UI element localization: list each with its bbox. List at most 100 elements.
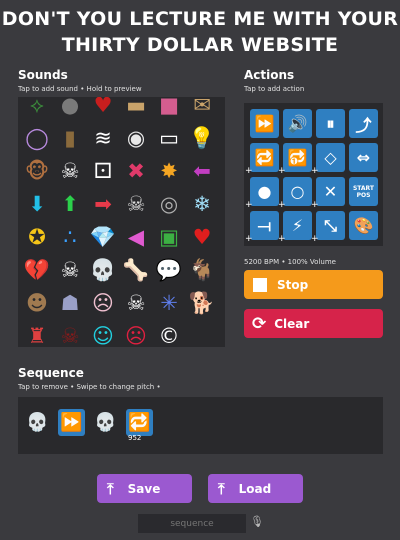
spiral-sound-button[interactable]: ≋ — [89, 124, 117, 152]
lightning-action-button[interactable]: ⚡ — [283, 211, 312, 240]
purple-orb-icon: ◯ — [25, 125, 49, 150]
dark-red-skull-sound-button[interactable]: ☠ — [56, 322, 84, 347]
green-shape-sound-button[interactable]: ⟡ — [23, 97, 51, 119]
monkey-sound-button[interactable]: 🐵 — [23, 157, 51, 185]
gold-coin-icon: ✪ — [28, 224, 46, 249]
goat-sound-button[interactable]: 🐐 — [188, 256, 216, 284]
load-button[interactable]: ⤒ Load — [208, 474, 303, 503]
pause-action-button[interactable]: ⏸ — [316, 109, 345, 138]
sun-burst-sound-button[interactable]: ✸ — [155, 157, 183, 185]
diamond-outline-action-button[interactable]: ◇ — [316, 143, 345, 172]
close-x-action-button[interactable]: ✕ — [316, 177, 345, 206]
red-heart-sound-button[interactable]: ♥ — [188, 223, 216, 251]
skeleton-sound-button[interactable]: ☠ — [56, 157, 84, 185]
sequence-input[interactable] — [138, 514, 246, 533]
hooded-figure-sound-button[interactable]: ☗ — [56, 289, 84, 317]
palette-action-button[interactable]: 🎨 — [349, 211, 378, 240]
fast-forward-action-button[interactable]: ⏩ — [250, 109, 279, 138]
load-label: Load — [238, 481, 272, 496]
start-pos-action-button[interactable]: START POS — [349, 177, 378, 206]
envelope-sound-button[interactable]: ✉ — [188, 97, 216, 119]
spiral-icon: ≋ — [94, 125, 112, 150]
clear-button[interactable]: ⟳ Clear — [244, 309, 383, 338]
goat-icon: 🐐 — [188, 257, 216, 282]
filled-circle-action-button[interactable]: ● — [250, 177, 279, 206]
pink-triangle-icon: ◀ — [127, 224, 145, 249]
purple-arrow-left-icon: ⬅ — [193, 158, 211, 183]
blue-bug-sound-button[interactable]: ✳ — [155, 289, 183, 317]
skull-bones-sound-button[interactable]: ☠ — [122, 190, 150, 218]
pink-skull-sound-button[interactable]: ☹ — [89, 289, 117, 317]
pause-icon: ⏸ — [326, 113, 335, 133]
white-dog-icon: 🐕 — [188, 290, 216, 315]
gray-blob-icon: ● — [60, 97, 80, 117]
white-disc-sound-button[interactable]: ◉ — [122, 124, 150, 152]
swap-horizontal-action-button[interactable]: ⇔ — [349, 143, 378, 172]
envelope-icon: ✉ — [193, 97, 211, 117]
blue-balls-icon: ∴ — [63, 224, 77, 249]
red-heart-gem-icon: ♥ — [93, 97, 113, 117]
cyan-face-sound-button[interactable]: ☺ — [89, 322, 117, 347]
red-arrow-right-sound-button[interactable]: ➡ — [89, 190, 117, 218]
red-face-sound-button[interactable]: ☹ — [122, 322, 150, 347]
sequence-item[interactable]: 💀 — [24, 409, 51, 436]
die-sound-button[interactable]: ⚀ — [89, 157, 117, 185]
gray-circle-sound-button[interactable]: ◎ — [155, 190, 183, 218]
compress-action-button[interactable]: ⤡ — [316, 211, 345, 240]
loop-action-button[interactable]: 🔁 — [250, 143, 279, 172]
jump-arrow-action-button[interactable]: ⤴ — [349, 109, 378, 138]
gray-blob-sound-button[interactable]: ● — [56, 97, 84, 119]
plus-marker: + — [278, 200, 286, 210]
white-block-sound-button[interactable]: ▭ — [155, 124, 183, 152]
diamond-sound-button[interactable]: 💎 — [89, 223, 117, 251]
broken-heart-sound-button[interactable]: 💔 — [23, 256, 51, 284]
bone-icon: 🦴 — [122, 257, 150, 282]
microphone-icon[interactable]: 🎙 — [250, 515, 264, 528]
cross-sound-button[interactable]: ✖ — [122, 157, 150, 185]
red-heart-gem-sound-button[interactable]: ♥ — [89, 97, 117, 119]
save-button[interactable]: ⤒ Save — [97, 474, 192, 503]
card-sound-button[interactable]: ▬ — [122, 97, 150, 119]
photo-face-sound-button[interactable]: ☻ — [23, 289, 51, 317]
pink-block-sound-button[interactable]: ■ — [155, 97, 183, 119]
lightbulb-sound-button[interactable]: 💡 — [188, 124, 216, 152]
gold-coin-sound-button[interactable]: ✪ — [23, 223, 51, 251]
pink-skull-icon: ☹ — [92, 290, 114, 315]
green-arrow-up-sound-button[interactable]: ⬆ — [56, 190, 84, 218]
stop-button[interactable]: Stop — [244, 270, 383, 299]
hooded-figure-icon: ☗ — [60, 290, 80, 315]
bone-sound-button[interactable]: 🦴 — [122, 256, 150, 284]
sun-burst-icon: ✸ — [160, 158, 178, 183]
skeleton-dance-sound-button[interactable]: ☠ — [56, 256, 84, 284]
blue-balls-sound-button[interactable]: ∴ — [56, 223, 84, 251]
skull-face-sound-button[interactable]: ☠ — [122, 289, 150, 317]
gray-circle-icon: ◎ — [159, 191, 179, 216]
speech-bubble-sound-button[interactable]: 💬 — [155, 256, 183, 284]
ice-crystal-icon: ❄ — [193, 191, 211, 216]
hollow-circle-action-button[interactable]: ○ — [283, 177, 312, 206]
sans-skull-sound-button[interactable]: 💀 — [89, 256, 117, 284]
sequence-item[interactable]: ⏩ — [58, 409, 85, 436]
cyan-arrow-down-sound-button[interactable]: ⬇ — [23, 190, 51, 218]
divider-action-button[interactable]: ⟞ — [250, 211, 279, 240]
sequence-item[interactable]: 🔁 952 — [126, 409, 153, 442]
copyright-c-sound-button[interactable]: © — [155, 322, 183, 347]
white-dog-sound-button[interactable]: 🐕 — [188, 289, 216, 317]
green-monster-sound-button[interactable]: ▣ — [155, 223, 183, 251]
stop-label: Stop — [277, 277, 309, 292]
loop-count-action-button[interactable]: 🔂 — [283, 143, 312, 172]
plus-marker: + — [311, 166, 319, 176]
skull-bones-icon: ☠ — [126, 191, 146, 216]
brown-bottle-sound-button[interactable]: ▮ — [56, 124, 84, 152]
purple-arrow-left-sound-button[interactable]: ⬅ — [188, 157, 216, 185]
speech-bubble-icon: 💬 — [155, 257, 183, 282]
pink-triangle-sound-button[interactable]: ◀ — [122, 223, 150, 251]
blue-bug-icon: ✳ — [160, 290, 178, 315]
volume-action-button[interactable]: 🔊 — [283, 109, 312, 138]
red-ghost-sound-button[interactable]: ♜ — [23, 322, 51, 347]
sequence-item[interactable]: 💀 — [92, 409, 119, 436]
purple-orb-sound-button[interactable]: ◯ — [23, 124, 51, 152]
cyan-arrow-down-icon: ⬇ — [28, 191, 46, 216]
red-face-icon: ☹ — [125, 323, 147, 347]
ice-crystal-sound-button[interactable]: ❄ — [188, 190, 216, 218]
